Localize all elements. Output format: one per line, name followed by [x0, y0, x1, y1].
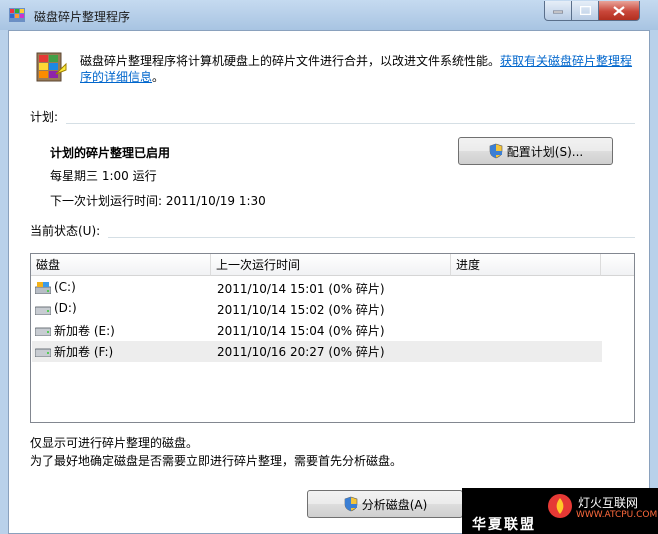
disk-name: (C:): [54, 280, 76, 294]
watermark-overlay: 灯火互联网 WWW.ATCPU.COM 华夏联盟: [462, 488, 658, 534]
disk-last-run: 2011/10/14 15:02 (0% 碎片): [217, 303, 385, 317]
title-bar[interactable]: 磁盘碎片整理程序: [0, 0, 658, 30]
disk-list[interactable]: 磁盘 上一次运行时间 进度 (C:) 2011/10/14 15:01 (0% …: [30, 253, 635, 423]
status-heading: 当前状态(U):: [30, 224, 101, 238]
schedule-enabled-text: 计划的碎片整理已启用: [50, 146, 171, 160]
drive-icon: [35, 348, 51, 357]
disk-row-d[interactable]: (D:) 2011/10/14 15:02 (0% 碎片): [32, 299, 602, 320]
drive-icon: [35, 327, 51, 336]
column-header-disk[interactable]: 磁盘: [31, 254, 211, 276]
close-button[interactable]: [598, 1, 640, 21]
description-text: 磁盘碎片整理程序将计算机硬盘上的碎片文件进行合并，以改进文件系统性能。: [80, 54, 501, 68]
description-tail: 。: [152, 70, 165, 84]
drive-icon: [35, 306, 51, 315]
disk-last-run: 2011/10/16 20:27 (0% 碎片): [217, 345, 385, 359]
disk-row-e[interactable]: 新加卷 (E:) 2011/10/14 15:04 (0% 碎片): [32, 320, 602, 341]
disk-name: 新加卷 (E:): [54, 324, 115, 338]
minimize-icon: [553, 10, 563, 13]
analyze-disk-label: 分析磁盘(A): [361, 497, 428, 512]
minimize-button[interactable]: [544, 1, 572, 21]
uac-shield-icon: [344, 496, 358, 512]
disk-last-run: 2011/10/14 15:01 (0% 碎片): [217, 282, 385, 296]
disk-name: (D:): [54, 301, 77, 315]
footer-note-1: 仅显示可进行碎片整理的磁盘。: [30, 436, 199, 450]
schedule-frequency: 每星期三 1:00 运行: [50, 169, 157, 183]
watermark-site-name: 灯火互联网: [578, 496, 639, 510]
defragmenter-app-icon: [9, 8, 25, 22]
schedule-separator: [66, 123, 635, 124]
column-header-progress[interactable]: 进度: [451, 254, 601, 276]
defragmenter-icon: [36, 52, 67, 82]
disk-name: 新加卷 (F:): [54, 345, 114, 359]
status-separator: [108, 237, 635, 238]
analyze-disk-button[interactable]: 分析磁盘(A): [307, 490, 463, 518]
configure-schedule-label: 配置计划(S)...: [506, 144, 584, 159]
system-drive-icon: [35, 282, 51, 294]
watermark-brand: 华夏联盟: [472, 517, 536, 533]
uac-shield-icon: [489, 143, 503, 159]
close-icon: [613, 5, 625, 16]
disk-last-run: 2011/10/14 15:04 (0% 碎片): [217, 324, 385, 338]
maximize-button[interactable]: [571, 1, 599, 21]
footer-note-2: 为了最好地确定磁盘是否需要立即进行碎片整理，需要首先分析磁盘。: [30, 454, 403, 468]
watermark-site-url: WWW.ATCPU.COM: [576, 510, 658, 520]
schedule-heading: 计划:: [30, 110, 59, 124]
column-header-filler: [601, 254, 634, 276]
description: 磁盘碎片整理程序将计算机硬盘上的碎片文件进行合并，以改进文件系统性能。获取有关磁…: [80, 53, 635, 85]
disk-row-f[interactable]: 新加卷 (F:) 2011/10/16 20:27 (0% 碎片): [32, 341, 602, 362]
schedule-next-run: 下一次计划运行时间: 2011/10/19 1:30: [50, 194, 266, 208]
disk-row-c[interactable]: (C:) 2011/10/14 15:01 (0% 碎片): [32, 278, 602, 299]
site-logo-icon: [548, 494, 572, 518]
maximize-icon: [579, 6, 591, 15]
window-title: 磁盘碎片整理程序: [34, 10, 131, 24]
defragmenter-window: 磁盘碎片整理程序 磁盘碎片整理程序将计算机硬盘上的碎片文件进行合并，以改进文件系…: [0, 0, 658, 534]
configure-schedule-button[interactable]: 配置计划(S)...: [458, 137, 613, 165]
column-header-last-run[interactable]: 上一次运行时间: [211, 254, 451, 276]
